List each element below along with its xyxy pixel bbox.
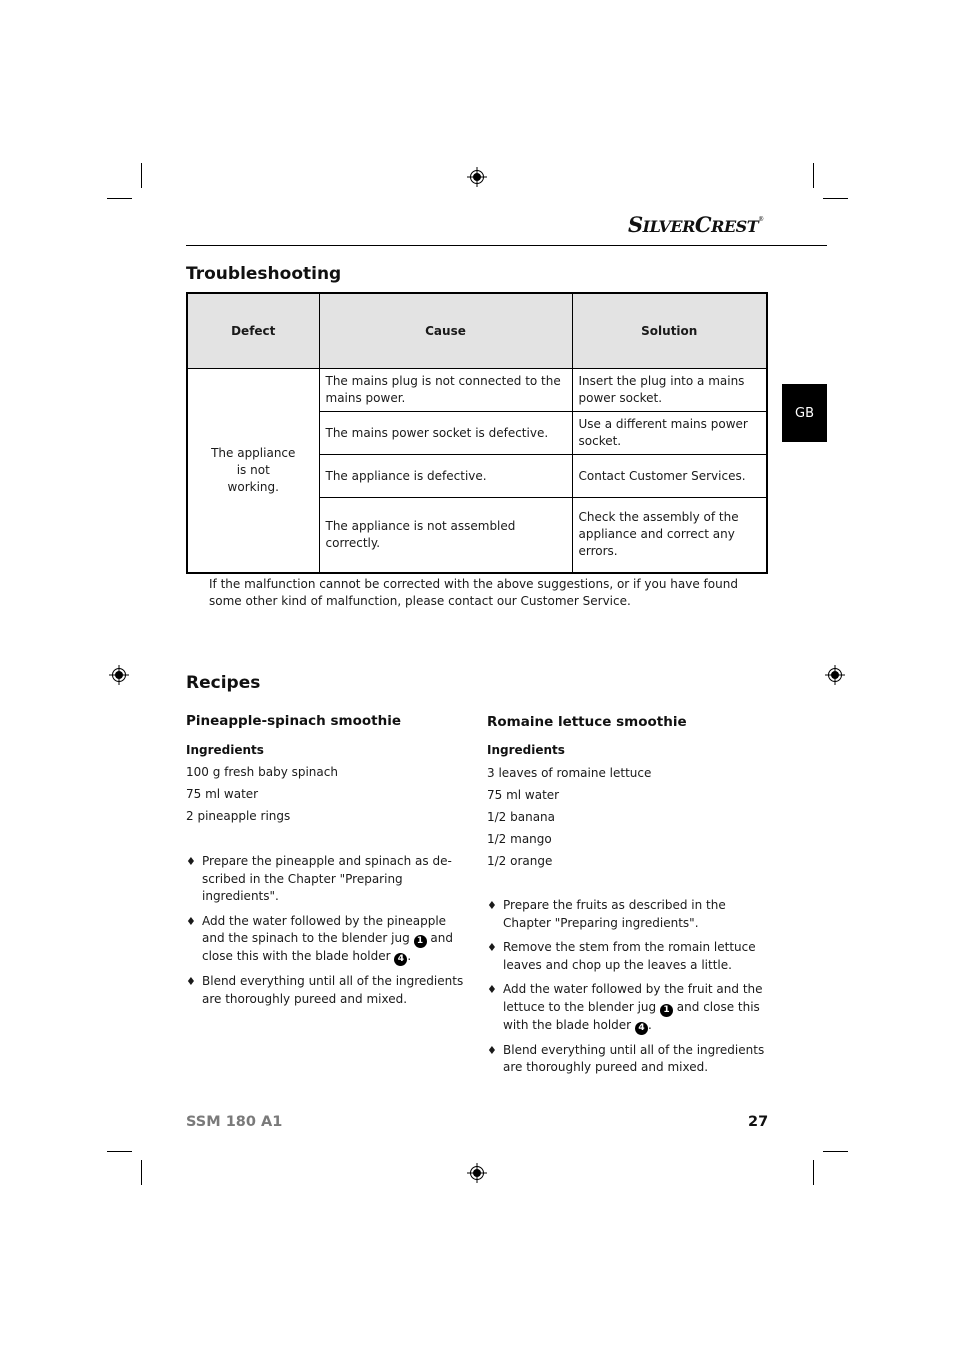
column-header-solution: Solution <box>571 292 768 369</box>
column-header-cause: Cause <box>318 292 573 369</box>
ingredient-item: 2 pineapple rings <box>186 809 291 823</box>
cause-cell: The appliance is not assembled correctly… <box>318 497 573 573</box>
section-title-troubleshooting: Troubleshooting <box>186 264 342 284</box>
ingredient-item: 75 ml water <box>487 788 560 802</box>
crop-mark <box>107 198 132 199</box>
page-number: 27 <box>748 1114 769 1130</box>
column-header-defect: Defect <box>186 292 320 369</box>
ingredient-item: 100 g fresh baby spinach <box>186 765 338 779</box>
diamond-bullet-icon: ♦ <box>487 941 497 954</box>
recipe-title: Romaine lettuce smoothie <box>487 714 687 730</box>
instruction-step: ♦ Blend everything until all of the ingre… <box>186 974 464 1006</box>
crop-mark <box>141 1160 142 1185</box>
cause-cell: The mains plug is not connected to the m… <box>318 368 573 412</box>
solution-cell: Insert the plug into a mains power socke… <box>571 368 768 412</box>
crop-mark <box>141 163 142 188</box>
solution-cell: Check the assembly of the appliance and … <box>571 497 768 573</box>
ingredient-item: 1/2 orange <box>487 854 553 868</box>
ingredient-item: 3 leaves of romaine lettuce <box>487 766 652 780</box>
ingredient-item: 75 ml water <box>186 787 259 801</box>
part-number-badge: 4 <box>394 953 408 966</box>
instruction-step: ♦ Blend everything until all of the ingre… <box>487 1042 765 1075</box>
crop-mark <box>813 163 814 188</box>
header-divider <box>186 245 827 246</box>
instruction-step: ♦ Add the water followed by the fruit and… <box>487 982 763 1035</box>
ingredient-list: 100 g fresh baby spinach 75 ml water 2 p… <box>186 761 338 827</box>
crop-mark <box>107 1151 132 1152</box>
defect-cell: The appliance is not working. <box>186 368 320 573</box>
diamond-bullet-icon: ♦ <box>487 983 497 996</box>
registration-mark-icon <box>825 665 845 685</box>
troubleshooting-note: If the malfunction cannot be corrected w… <box>209 577 738 608</box>
language-tab: GB <box>782 384 827 442</box>
instruction-step: ♦ Add the water followed by the pineapple… <box>186 913 453 966</box>
diamond-bullet-icon: ♦ <box>487 1043 497 1057</box>
crop-mark <box>823 198 848 199</box>
table-row: The appliance is not working. The mains … <box>186 368 768 573</box>
cause-cell: The appliance is defective. <box>318 454 573 498</box>
diamond-bullet-icon: ♦ <box>487 899 497 912</box>
solution-cell: Use a different mains power socket. <box>571 411 768 455</box>
instruction-list: ♦ Prepare the fruits as described in the … <box>487 897 767 1084</box>
ingredient-item: 1/2 banana <box>487 810 556 824</box>
diamond-bullet-icon: ♦ <box>186 914 196 928</box>
diamond-bullet-icon: ♦ <box>186 855 196 868</box>
registration-mark-icon <box>467 1163 487 1183</box>
section-title-recipes: Recipes <box>186 673 261 693</box>
instruction-list: ♦ Prepare the pineapple and spinach as de… <box>186 853 466 1015</box>
diamond-bullet-icon: ♦ <box>186 975 196 988</box>
ingredient-item: 1/2 mango <box>487 832 552 846</box>
instruction-step: ♦ Prepare the pineapple and spinach as de… <box>186 854 452 903</box>
crop-mark <box>823 1151 848 1152</box>
footer-model-number: SSM 180 A1 <box>186 1114 283 1130</box>
instruction-step: ♦ Remove the stem from the romain lettuce… <box>487 940 756 972</box>
troubleshooting-table: Defect Cause Solution The appliance is n… <box>186 292 768 574</box>
registration-mark-icon <box>109 665 129 685</box>
registration-mark-icon <box>467 167 487 187</box>
table-header-row: Defect Cause Solution <box>186 292 768 369</box>
instruction-step: ♦ Prepare the fruits as described in the … <box>487 898 726 930</box>
cause-cell: The mains power socket is defective. <box>318 411 573 455</box>
ingredients-label: Ingredients <box>487 743 565 757</box>
ingredient-list: 3 leaves of romaine lettuce 75 ml water … <box>487 762 651 872</box>
part-number-badge: 1 <box>659 1003 673 1017</box>
solution-cell: Contact Customer Services. <box>571 454 768 498</box>
recipe-title: Pineapple-spinach smoothie <box>186 713 401 729</box>
brand-logo: SILVERCREST® <box>628 212 764 237</box>
part-number-badge: 4 <box>634 1021 648 1035</box>
part-number-badge: 1 <box>413 935 427 948</box>
ingredients-label: Ingredients <box>186 743 264 757</box>
crop-mark <box>813 1160 814 1185</box>
